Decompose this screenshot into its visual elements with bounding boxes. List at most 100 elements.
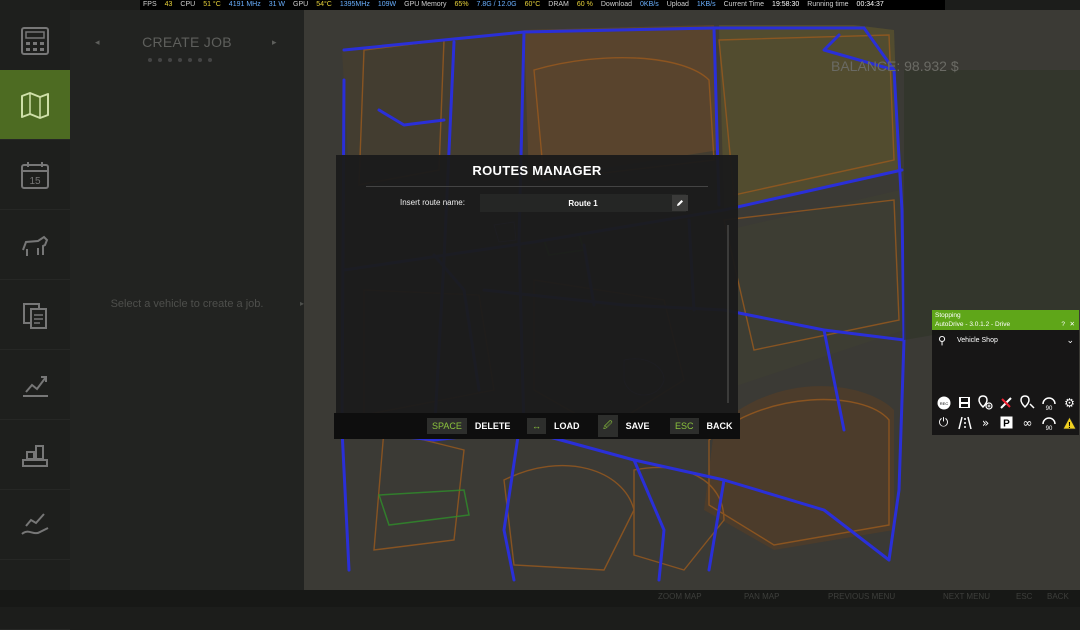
empty-state-text: Select a vehicle to create a job.: [110, 298, 264, 310]
contracts-icon: [23, 302, 47, 329]
time-value: 19:58:30: [772, 1, 800, 8]
running-value: 00:34:37: [856, 1, 884, 8]
create-job-panel: ◂ CREATE JOB ▸ Select a vehicle to creat…: [70, 10, 304, 590]
sidebar-item-map[interactable]: [0, 70, 70, 140]
parking-icon[interactable]: P: [998, 414, 1015, 431]
loop-icon[interactable]: ∞: [1019, 414, 1036, 431]
record-icon[interactable]: REC: [935, 394, 952, 411]
gpu-label: GPU: [293, 1, 309, 8]
warning-icon[interactable]: !: [1061, 414, 1078, 431]
sidebar-item-statistics[interactable]: [0, 350, 70, 420]
gpu-power: 109W: [377, 1, 397, 8]
download-label: Download: [600, 1, 633, 8]
svg-text:P: P: [1003, 419, 1010, 430]
arrows-key-icon: ↔: [527, 418, 546, 434]
target-name: Vehicle Shop: [957, 337, 998, 344]
routes-manager-actions: SPACE DELETE ↔ LOAD 🖉 SAVE ESC BACK: [334, 413, 740, 439]
gpu-mem-pct: 65%: [454, 1, 469, 8]
svg-text:REC: REC: [939, 401, 948, 406]
power-icon[interactable]: ⏻: [935, 414, 952, 431]
route-name-label: Insert route name:: [400, 198, 465, 207]
sidebar-item-finances[interactable]: [0, 490, 70, 560]
save-label: SAVE: [625, 421, 650, 431]
sidebar-item-prices[interactable]: [0, 6, 70, 76]
pencil-icon: [677, 200, 683, 206]
time-label: Current Time: [723, 1, 765, 8]
cpu-temp: 51 °C: [203, 1, 221, 8]
map-icon: [21, 91, 49, 119]
sidebar-item-calendar[interactable]: 15: [0, 140, 70, 210]
esc-key: ESC: [670, 418, 699, 434]
back-hint[interactable]: BACK: [1047, 592, 1069, 601]
autodrive-hud: Stopping AutoDrive - 3.0.1.2 - Drive ? ✕…: [932, 310, 1079, 435]
dram-label: DRAM: [548, 1, 569, 8]
gpu-mem-label: GPU Memory: [404, 1, 447, 8]
animals-icon: [22, 235, 49, 256]
edit-button[interactable]: [672, 195, 688, 211]
zoom-map-hint[interactable]: ZOOM MAP: [658, 592, 702, 601]
road-icon[interactable]: [956, 414, 973, 431]
statistics-icon: [23, 375, 48, 397]
cpu-label: CPU: [180, 1, 196, 8]
editor-icon[interactable]: [998, 394, 1015, 411]
cpu-power: 31 W: [268, 1, 286, 8]
next-menu-hint[interactable]: NEXT MENU: [943, 592, 990, 601]
fps-value: 43: [164, 1, 173, 8]
speed-limit-2-icon[interactable]: 90: [1040, 414, 1057, 431]
sidebar-item-animals[interactable]: [0, 210, 70, 280]
performance-overlay: FPS 43 CPU 51 °C 4191 MHz 31 W GPU 54°C …: [140, 0, 945, 10]
speed-value: 90: [1045, 406, 1052, 411]
gpu-mem: 7.8G / 12.0G: [476, 1, 517, 8]
bottom-help-bar: ZOOM MAP PAN MAP PREVIOUS MENU NEXT MENU…: [0, 590, 1080, 607]
chevron-down-icon[interactable]: ⌄: [1066, 335, 1074, 346]
page-dots: [148, 58, 212, 62]
target-selector[interactable]: ⚲ Vehicle Shop ⌄: [936, 335, 1076, 347]
gpu-clock: 1395MHz: [339, 1, 370, 8]
back-label: BACK: [706, 421, 733, 431]
settings-gear-icon[interactable]: ⚙: [1061, 394, 1078, 411]
running-label: Running time: [807, 1, 849, 8]
svg-text:!: !: [1068, 421, 1071, 430]
fps-label: FPS: [143, 1, 157, 8]
panel-title: CREATE JOB: [142, 34, 232, 50]
fast-forward-icon[interactable]: »: [977, 414, 994, 431]
mouse-key-icon: 🖉: [598, 415, 618, 437]
save-icon[interactable]: [956, 394, 973, 411]
production-icon: [22, 444, 48, 467]
autodrive-version: AutoDrive - 3.0.1.2 - Drive: [935, 321, 1011, 328]
back-action[interactable]: ESC BACK: [670, 413, 733, 439]
gpu-temp: 54°C: [316, 1, 332, 8]
dram-pct: 60 %: [576, 1, 593, 8]
dialog-divider: [366, 186, 708, 187]
add-destination-icon[interactable]: [977, 394, 994, 411]
esc-key-hint: ESC: [1016, 592, 1033, 601]
sidebar-item-production[interactable]: [0, 420, 70, 490]
next-page-arrow[interactable]: ▸: [272, 37, 277, 48]
main-menu-sidebar: 15: [0, 0, 78, 630]
gpu-mem-temp: 60°C: [524, 1, 541, 8]
delete-action[interactable]: SPACE DELETE: [427, 413, 510, 439]
close-icon[interactable]: ✕: [1070, 320, 1075, 329]
balance-display: BALANCE: 98.932 $: [831, 58, 959, 74]
autodrive-toolbar-1: REC 90 ⚙: [935, 394, 1078, 411]
upload-label: Upload: [666, 1, 689, 8]
load-label: LOAD: [554, 421, 580, 431]
calendar-date: 15: [29, 176, 41, 187]
pan-map-hint[interactable]: PAN MAP: [744, 592, 779, 601]
help-icon[interactable]: ?: [1061, 320, 1065, 329]
autodrive-status: Stopping: [935, 312, 961, 319]
download-value: 0KB/s: [640, 1, 659, 8]
route-marker-icon[interactable]: [1019, 394, 1036, 411]
map-pin-icon: ⚲: [938, 335, 947, 347]
previous-menu-hint[interactable]: PREVIOUS MENU: [828, 592, 895, 601]
autodrive-toolbar-2: ⏻ » P ∞ 90 !: [935, 414, 1078, 431]
save-action[interactable]: 🖉 SAVE: [598, 413, 649, 439]
autodrive-header[interactable]: Stopping AutoDrive - 3.0.1.2 - Drive ? ✕: [932, 310, 1079, 330]
speed-limit-icon[interactable]: 90: [1040, 394, 1057, 411]
route-name-input[interactable]: Route 1: [480, 194, 686, 212]
load-action[interactable]: ↔ LOAD: [527, 413, 580, 439]
space-key: SPACE: [427, 418, 467, 434]
sidebar-item-contracts[interactable]: [0, 280, 70, 350]
dialog-title: ROUTES MANAGER: [472, 163, 602, 178]
routes-list-scrollbar[interactable]: [727, 225, 729, 403]
